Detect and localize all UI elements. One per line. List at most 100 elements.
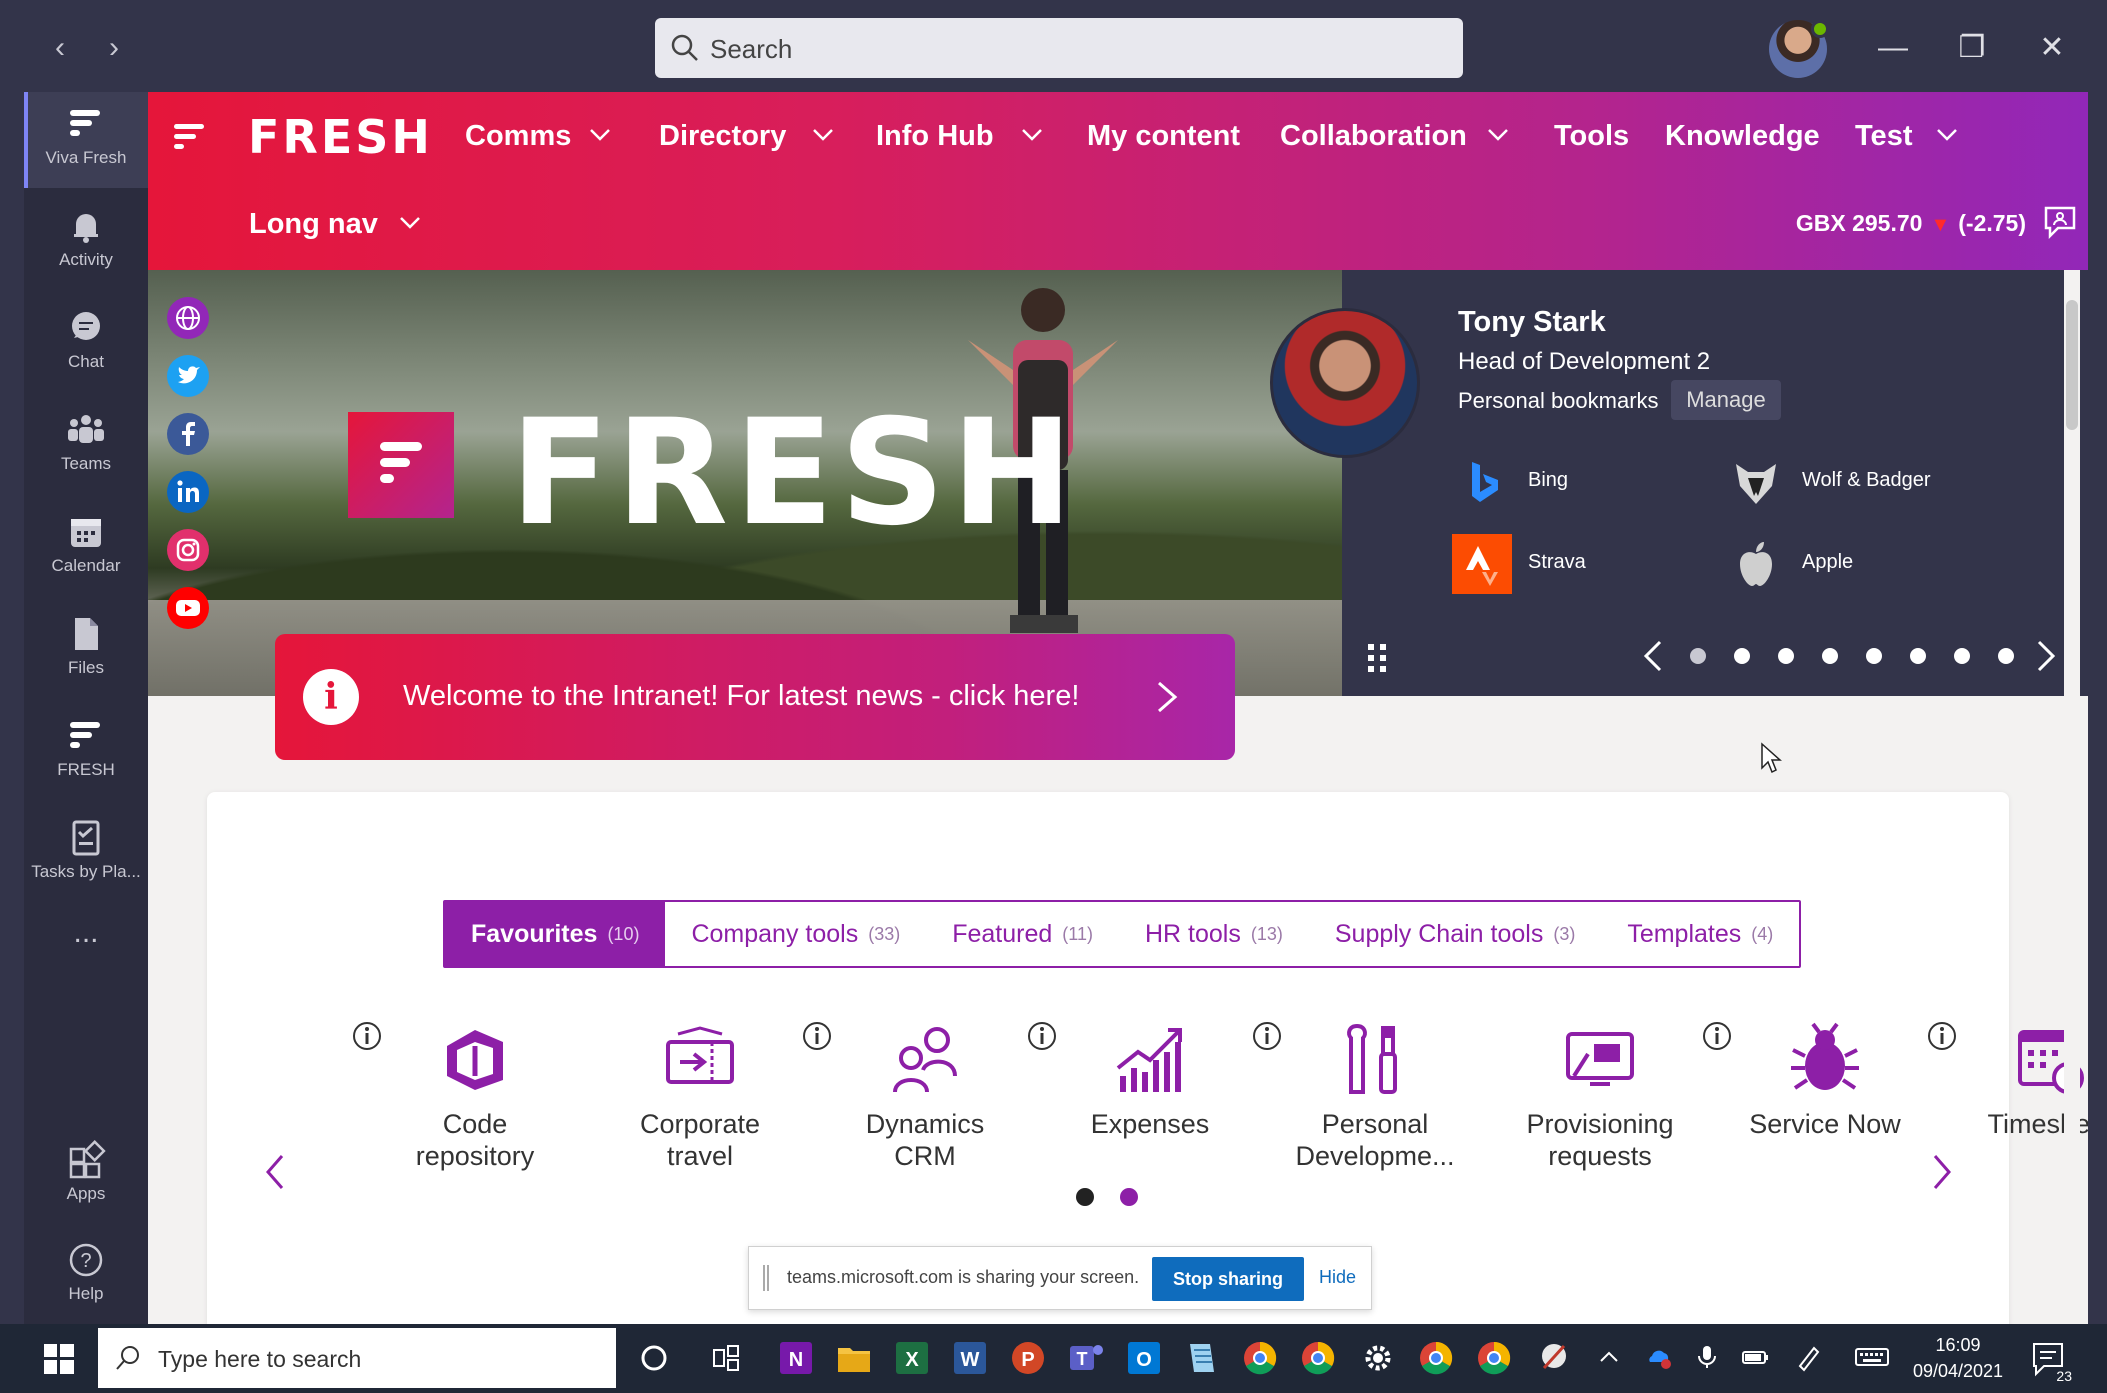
user-avatar[interactable]: [1769, 20, 1829, 78]
tab-hr-tools[interactable]: HR tools (13): [1119, 902, 1309, 966]
chevron-down-icon[interactable]: [1486, 122, 1510, 146]
onedrive-error-icon[interactable]: [1644, 1342, 1674, 1372]
tab-templates[interactable]: Templates (4): [1601, 902, 1799, 966]
welcome-banner[interactable]: i Welcome to the Intranet! For latest ne…: [275, 634, 1235, 760]
chevron-down-icon[interactable]: [1935, 122, 1959, 146]
chevron-up-icon[interactable]: [1594, 1342, 1624, 1372]
battery-icon[interactable]: [1740, 1342, 1770, 1372]
info-icon[interactable]: [1701, 1020, 1733, 1052]
nav-item-tools[interactable]: Tools: [1554, 120, 1629, 153]
social-link-instagram[interactable]: [166, 528, 210, 572]
search-input[interactable]: Search: [655, 18, 1463, 78]
close-icon[interactable]: ✕: [2028, 24, 2076, 72]
tab-featured[interactable]: Featured (11): [926, 902, 1119, 966]
forward-arrow-icon[interactable]: ›: [94, 28, 134, 68]
settings-gear-icon[interactable]: [1358, 1338, 1398, 1378]
tab-supply-chain-tools[interactable]: Supply Chain tools (3): [1309, 902, 1601, 966]
nav-item-comms[interactable]: Comms: [465, 120, 571, 153]
info-icon[interactable]: [1926, 1020, 1958, 1052]
rail-item-fresh[interactable]: FRESH: [24, 704, 148, 800]
nav-item-info-hub[interactable]: Info Hub: [876, 120, 994, 153]
tool-service-now[interactable]: Service Now: [1703, 1020, 1915, 1140]
chevron-right-icon[interactable]: [1149, 677, 1185, 717]
chevron-right-icon[interactable]: [2031, 636, 2061, 676]
cortana-icon[interactable]: [634, 1338, 674, 1378]
carousel-dot[interactable]: [1998, 648, 2014, 664]
file-explorer-icon[interactable]: [834, 1338, 874, 1378]
teams-icon[interactable]: T: [1066, 1338, 1106, 1378]
tab-favourites[interactable]: Favourites (10): [445, 902, 666, 966]
onenote-icon[interactable]: N: [776, 1338, 816, 1378]
scrollbar-thumb[interactable]: [2066, 300, 2078, 430]
stop-sharing-button[interactable]: Stop sharing: [1152, 1257, 1304, 1301]
nav-item-collaboration[interactable]: Collaboration: [1280, 120, 1467, 153]
rail-item-help[interactable]: ? Help: [24, 1228, 148, 1324]
rail-item-viva-fresh[interactable]: Viva Fresh: [24, 92, 148, 188]
word-icon[interactable]: W: [950, 1338, 990, 1378]
chrome-icon[interactable]: [1298, 1338, 1338, 1378]
social-link-facebook[interactable]: [166, 412, 210, 456]
outlook-icon[interactable]: O: [1124, 1338, 1164, 1378]
bookmark-wolf-badger[interactable]: Wolf & Badger: [1726, 452, 1986, 512]
back-arrow-icon[interactable]: ‹: [40, 28, 80, 68]
brand-logo[interactable]: FRESH: [248, 110, 433, 164]
carousel-dot[interactable]: [1866, 648, 1882, 664]
nav-item-long-nav[interactable]: Long nav: [249, 208, 378, 241]
hide-share-bar-link[interactable]: Hide: [1319, 1267, 1356, 1288]
nav-item-directory[interactable]: Directory: [659, 120, 786, 153]
info-icon[interactable]: [351, 1020, 383, 1052]
bookmark-strava[interactable]: Strava: [1452, 534, 1672, 594]
app-launcher-icon[interactable]: [1366, 640, 1390, 676]
chevron-left-icon[interactable]: [1638, 636, 1668, 676]
social-link-twitter[interactable]: [166, 354, 210, 398]
chevron-down-icon[interactable]: [1020, 122, 1044, 146]
carousel-dot[interactable]: [1910, 648, 1926, 664]
tool-personal-development[interactable]: Personal Developme...: [1253, 1020, 1465, 1172]
tool-code-repository[interactable]: Code repository: [353, 1020, 565, 1172]
tool-dynamics-crm[interactable]: Dynamics CRM: [803, 1020, 1015, 1172]
chevron-down-icon[interactable]: [588, 122, 612, 146]
chrome-icon[interactable]: [1474, 1338, 1514, 1378]
scrollbar[interactable]: [2064, 270, 2080, 1324]
social-link-linkedin[interactable]: [166, 470, 210, 514]
windows-start-icon[interactable]: [44, 1344, 74, 1374]
keyboard-icon[interactable]: [1854, 1342, 1890, 1372]
info-icon[interactable]: [1026, 1020, 1058, 1052]
social-link-youtube[interactable]: [166, 586, 210, 630]
rail-item-chat[interactable]: Chat: [24, 296, 148, 392]
minimize-icon[interactable]: —: [1869, 24, 1917, 72]
microphone-icon[interactable]: [1692, 1342, 1722, 1372]
feedback-icon[interactable]: [2042, 204, 2078, 240]
chevron-right-icon[interactable]: [1927, 1150, 1955, 1194]
carousel-dot[interactable]: [1734, 648, 1750, 664]
rail-item-tasks[interactable]: Tasks by Pla...: [24, 806, 148, 902]
info-icon[interactable]: [801, 1020, 833, 1052]
chevron-left-icon[interactable]: [262, 1150, 290, 1194]
action-center-button[interactable]: 23: [2030, 1338, 2072, 1384]
carousel-dot[interactable]: [1954, 648, 1970, 664]
rail-more-button[interactable]: ...: [24, 908, 148, 968]
rail-item-files[interactable]: Files: [24, 602, 148, 698]
tab-company-tools[interactable]: Company tools (33): [665, 902, 926, 966]
system-clock[interactable]: 16:09 09/04/2021: [1905, 1332, 2011, 1384]
tool-expenses[interactable]: Expenses: [1028, 1020, 1240, 1140]
page-dot-active[interactable]: [1120, 1188, 1138, 1206]
restore-icon[interactable]: ❐: [1948, 24, 1996, 72]
carousel-dot[interactable]: [1690, 648, 1706, 664]
task-view-icon[interactable]: [706, 1338, 746, 1378]
nav-item-knowledge[interactable]: Knowledge: [1665, 120, 1820, 153]
nav-item-my-content[interactable]: My content: [1087, 120, 1240, 153]
tool-provisioning-requests[interactable]: Provisioning requests: [1510, 1020, 1690, 1172]
notepad-icon[interactable]: [1182, 1338, 1222, 1378]
chevron-down-icon[interactable]: [811, 122, 835, 146]
taskbar-search-input[interactable]: Type here to search: [98, 1328, 616, 1388]
chrome-icon[interactable]: [1416, 1338, 1456, 1378]
nav-item-test[interactable]: Test: [1855, 120, 1912, 153]
drag-handle-icon[interactable]: [763, 1265, 769, 1291]
fresh-menu-icon[interactable]: [174, 120, 210, 156]
bookmark-bing[interactable]: Bing: [1452, 452, 1672, 512]
rail-item-calendar[interactable]: Calendar: [24, 500, 148, 596]
manage-bookmarks-button[interactable]: Manage: [1671, 380, 1781, 420]
carousel-dot[interactable]: [1822, 648, 1838, 664]
bookmark-apple[interactable]: Apple: [1726, 534, 1946, 594]
